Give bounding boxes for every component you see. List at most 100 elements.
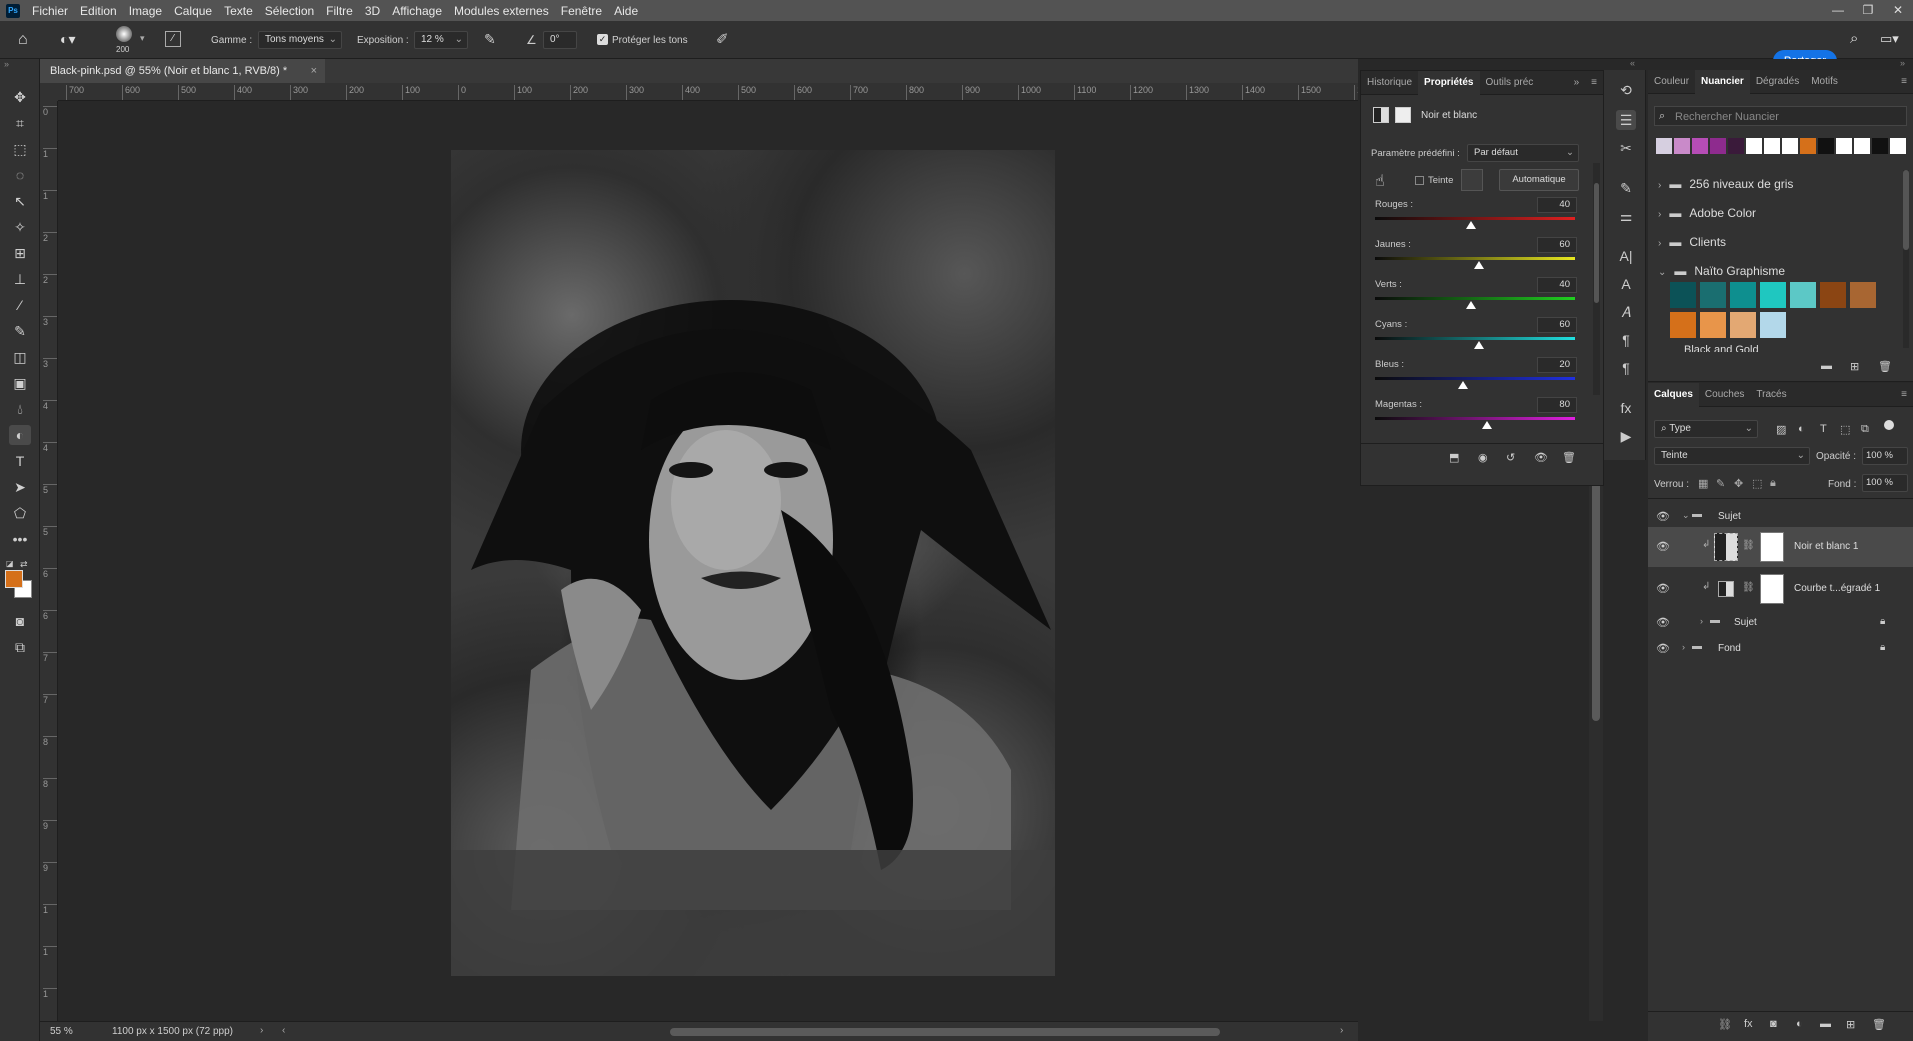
- visibility-eye-icon[interactable]: 👁︎: [1656, 616, 1670, 630]
- slider-5[interactable]: Magentas : 80: [1375, 397, 1577, 439]
- swatch[interactable]: [1820, 282, 1846, 308]
- lock-transparent-icon[interactable]: ▦: [1698, 477, 1708, 490]
- close-tab-icon[interactable]: ×: [311, 59, 317, 83]
- lock-artboard-icon[interactable]: ⬚: [1752, 477, 1762, 490]
- frame-tool-icon[interactable]: ⊞: [9, 243, 31, 263]
- tab-couches[interactable]: Couches: [1699, 383, 1750, 407]
- automatique-button[interactable]: Automatique: [1499, 169, 1579, 191]
- chevron-down-icon[interactable]: ⌄: [1682, 510, 1690, 521]
- slider-track[interactable]: [1375, 217, 1575, 220]
- tool-presets-icon[interactable]: ✂: [1616, 138, 1636, 158]
- exposition-input[interactable]: 12 % ⌄: [414, 31, 468, 49]
- lock-all-icon[interactable]: 🔒︎: [1770, 477, 1776, 490]
- tab-traces[interactable]: Tracés: [1750, 383, 1792, 407]
- properties-panel-icon[interactable]: ☰: [1616, 110, 1636, 130]
- menu-fichier[interactable]: Fichier: [26, 4, 74, 18]
- glyphs-panel-icon[interactable]: 𝐴: [1616, 302, 1636, 322]
- chevron-right-icon[interactable]: ›: [1658, 209, 1661, 220]
- partial-group-label[interactable]: Black and Gold: [1684, 344, 1759, 352]
- slider-thumb[interactable]: [1474, 341, 1484, 349]
- home-icon[interactable]: ⌂: [18, 31, 28, 49]
- fill-input[interactable]: 100 %: [1862, 474, 1908, 492]
- pressure-icon[interactable]: ✐: [716, 30, 729, 48]
- filter-pixel-icon[interactable]: ▨: [1776, 423, 1786, 436]
- targeted-adjust-hand-icon[interactable]: ☝: [1375, 171, 1385, 191]
- foreground-color-swatch[interactable]: [5, 570, 23, 588]
- tab-calques[interactable]: Calques: [1648, 382, 1699, 407]
- quick-mask-icon[interactable]: ◙: [9, 611, 31, 631]
- gamme-select[interactable]: Tons moyens ⌄: [258, 31, 342, 49]
- swatch[interactable]: [1790, 282, 1816, 308]
- swatch[interactable]: [1692, 138, 1708, 154]
- slider-thumb[interactable]: [1466, 221, 1476, 229]
- slider-track[interactable]: [1375, 377, 1575, 380]
- path-select-tool-icon[interactable]: ➤: [9, 477, 31, 497]
- close-window-icon[interactable]: ✕: [1883, 0, 1913, 21]
- clip-to-layer-icon[interactable]: ⬒: [1449, 451, 1459, 464]
- layer-filter-select[interactable]: ⌕ Type ⌄: [1654, 420, 1758, 438]
- menu-edition[interactable]: Edition: [74, 4, 123, 18]
- slider-2[interactable]: Verts : 40: [1375, 277, 1577, 319]
- swatch-group[interactable]: › ▬ 256 niveaux de gris: [1658, 170, 1793, 198]
- chevron-down-icon[interactable]: ⌄: [1658, 267, 1666, 278]
- layer-row-courbe[interactable]: 👁︎ ↲ ⛓ Courbe t...égradé 1: [1648, 569, 1913, 609]
- paragraph-panel-icon[interactable]: ¶: [1616, 330, 1636, 350]
- swatch-group[interactable]: › ▬ Adobe Color: [1658, 199, 1756, 227]
- direct-select-tool-icon[interactable]: ↖: [9, 191, 31, 211]
- angle-input[interactable]: 0°: [543, 31, 577, 49]
- view-previous-icon[interactable]: ◉: [1478, 451, 1488, 464]
- menu-modules-externes[interactable]: Modules externes: [448, 4, 555, 18]
- tab-motifs[interactable]: Motifs: [1805, 70, 1844, 94]
- swatch[interactable]: [1746, 138, 1762, 154]
- menu-aide[interactable]: Aide: [608, 4, 644, 18]
- panel-menu-icon[interactable]: ≡: [1585, 71, 1603, 95]
- layers-menu-icon[interactable]: ≡: [1895, 383, 1913, 407]
- properties-scrollbar[interactable]: [1593, 163, 1600, 395]
- slider-value-input[interactable]: 40: [1537, 277, 1577, 293]
- swatch[interactable]: [1670, 282, 1696, 308]
- eyedropper-tool-icon[interactable]: ⁄: [9, 295, 31, 315]
- swatch[interactable]: [1818, 138, 1834, 154]
- dodge-tool-icon[interactable]: ◐: [9, 425, 31, 445]
- delete-adjustment-icon[interactable]: 🗑︎: [1562, 451, 1576, 464]
- filter-shape-icon[interactable]: ⬚: [1840, 423, 1850, 436]
- swatch[interactable]: [1854, 138, 1870, 154]
- document-artwork[interactable]: [451, 150, 1055, 976]
- horizontal-scrollbar-thumb[interactable]: [670, 1028, 1220, 1036]
- swatch[interactable]: [1656, 138, 1672, 154]
- layer-name[interactable]: Sujet: [1734, 617, 1757, 628]
- layer-mask-thumbnail[interactable]: [1760, 532, 1784, 562]
- filter-adjustment-icon[interactable]: ◐: [1798, 423, 1805, 435]
- zoom-level[interactable]: 55 %: [50, 1026, 73, 1037]
- eraser-tool-icon[interactable]: ◫: [9, 347, 31, 367]
- swatches-scrollbar[interactable]: [1903, 170, 1909, 348]
- new-group-folder-icon[interactable]: ▬: [1820, 1018, 1831, 1030]
- slider-value-input[interactable]: 60: [1537, 237, 1577, 253]
- layer-name[interactable]: Sujet: [1718, 511, 1741, 522]
- panel-expand-icon[interactable]: »: [1568, 71, 1586, 95]
- tab-historique[interactable]: Historique: [1361, 71, 1418, 95]
- tab-nuancier[interactable]: Nuancier: [1695, 69, 1750, 94]
- layer-style-fx-icon[interactable]: fx: [1744, 1018, 1753, 1030]
- scroll-right-icon[interactable]: ›: [1340, 1025, 1343, 1036]
- swatches-menu-icon[interactable]: ≡: [1895, 70, 1913, 94]
- crop-tool-icon[interactable]: ⌗: [9, 113, 31, 133]
- chevron-down-icon[interactable]: ▾: [140, 33, 145, 44]
- layer-name[interactable]: Noir et blanc 1: [1794, 541, 1858, 552]
- mask-icon[interactable]: [1395, 107, 1411, 123]
- chevron-right-icon[interactable]: ›: [260, 1025, 263, 1036]
- document-tab[interactable]: Black-pink.psd @ 55% (Noir et blanc 1, R…: [40, 59, 325, 83]
- slider-value-input[interactable]: 60: [1537, 317, 1577, 333]
- tab-proprietes[interactable]: Propriétés: [1418, 70, 1480, 95]
- character-styles-icon[interactable]: A: [1616, 274, 1636, 294]
- layer-name[interactable]: Fond: [1718, 643, 1741, 654]
- screen-mode-icon[interactable]: ⧉: [9, 637, 31, 657]
- swatch[interactable]: [1700, 312, 1726, 338]
- slider-thumb[interactable]: [1482, 421, 1492, 429]
- more-tools-icon[interactable]: •••: [9, 529, 31, 549]
- menu-affichage[interactable]: Affichage: [386, 4, 448, 18]
- collapse-tools-icon[interactable]: »: [4, 59, 9, 69]
- minimize-icon[interactable]: —: [1823, 0, 1853, 21]
- new-group-icon[interactable]: ▬: [1821, 360, 1832, 372]
- tab-outils-prec[interactable]: Outils préc: [1480, 71, 1540, 95]
